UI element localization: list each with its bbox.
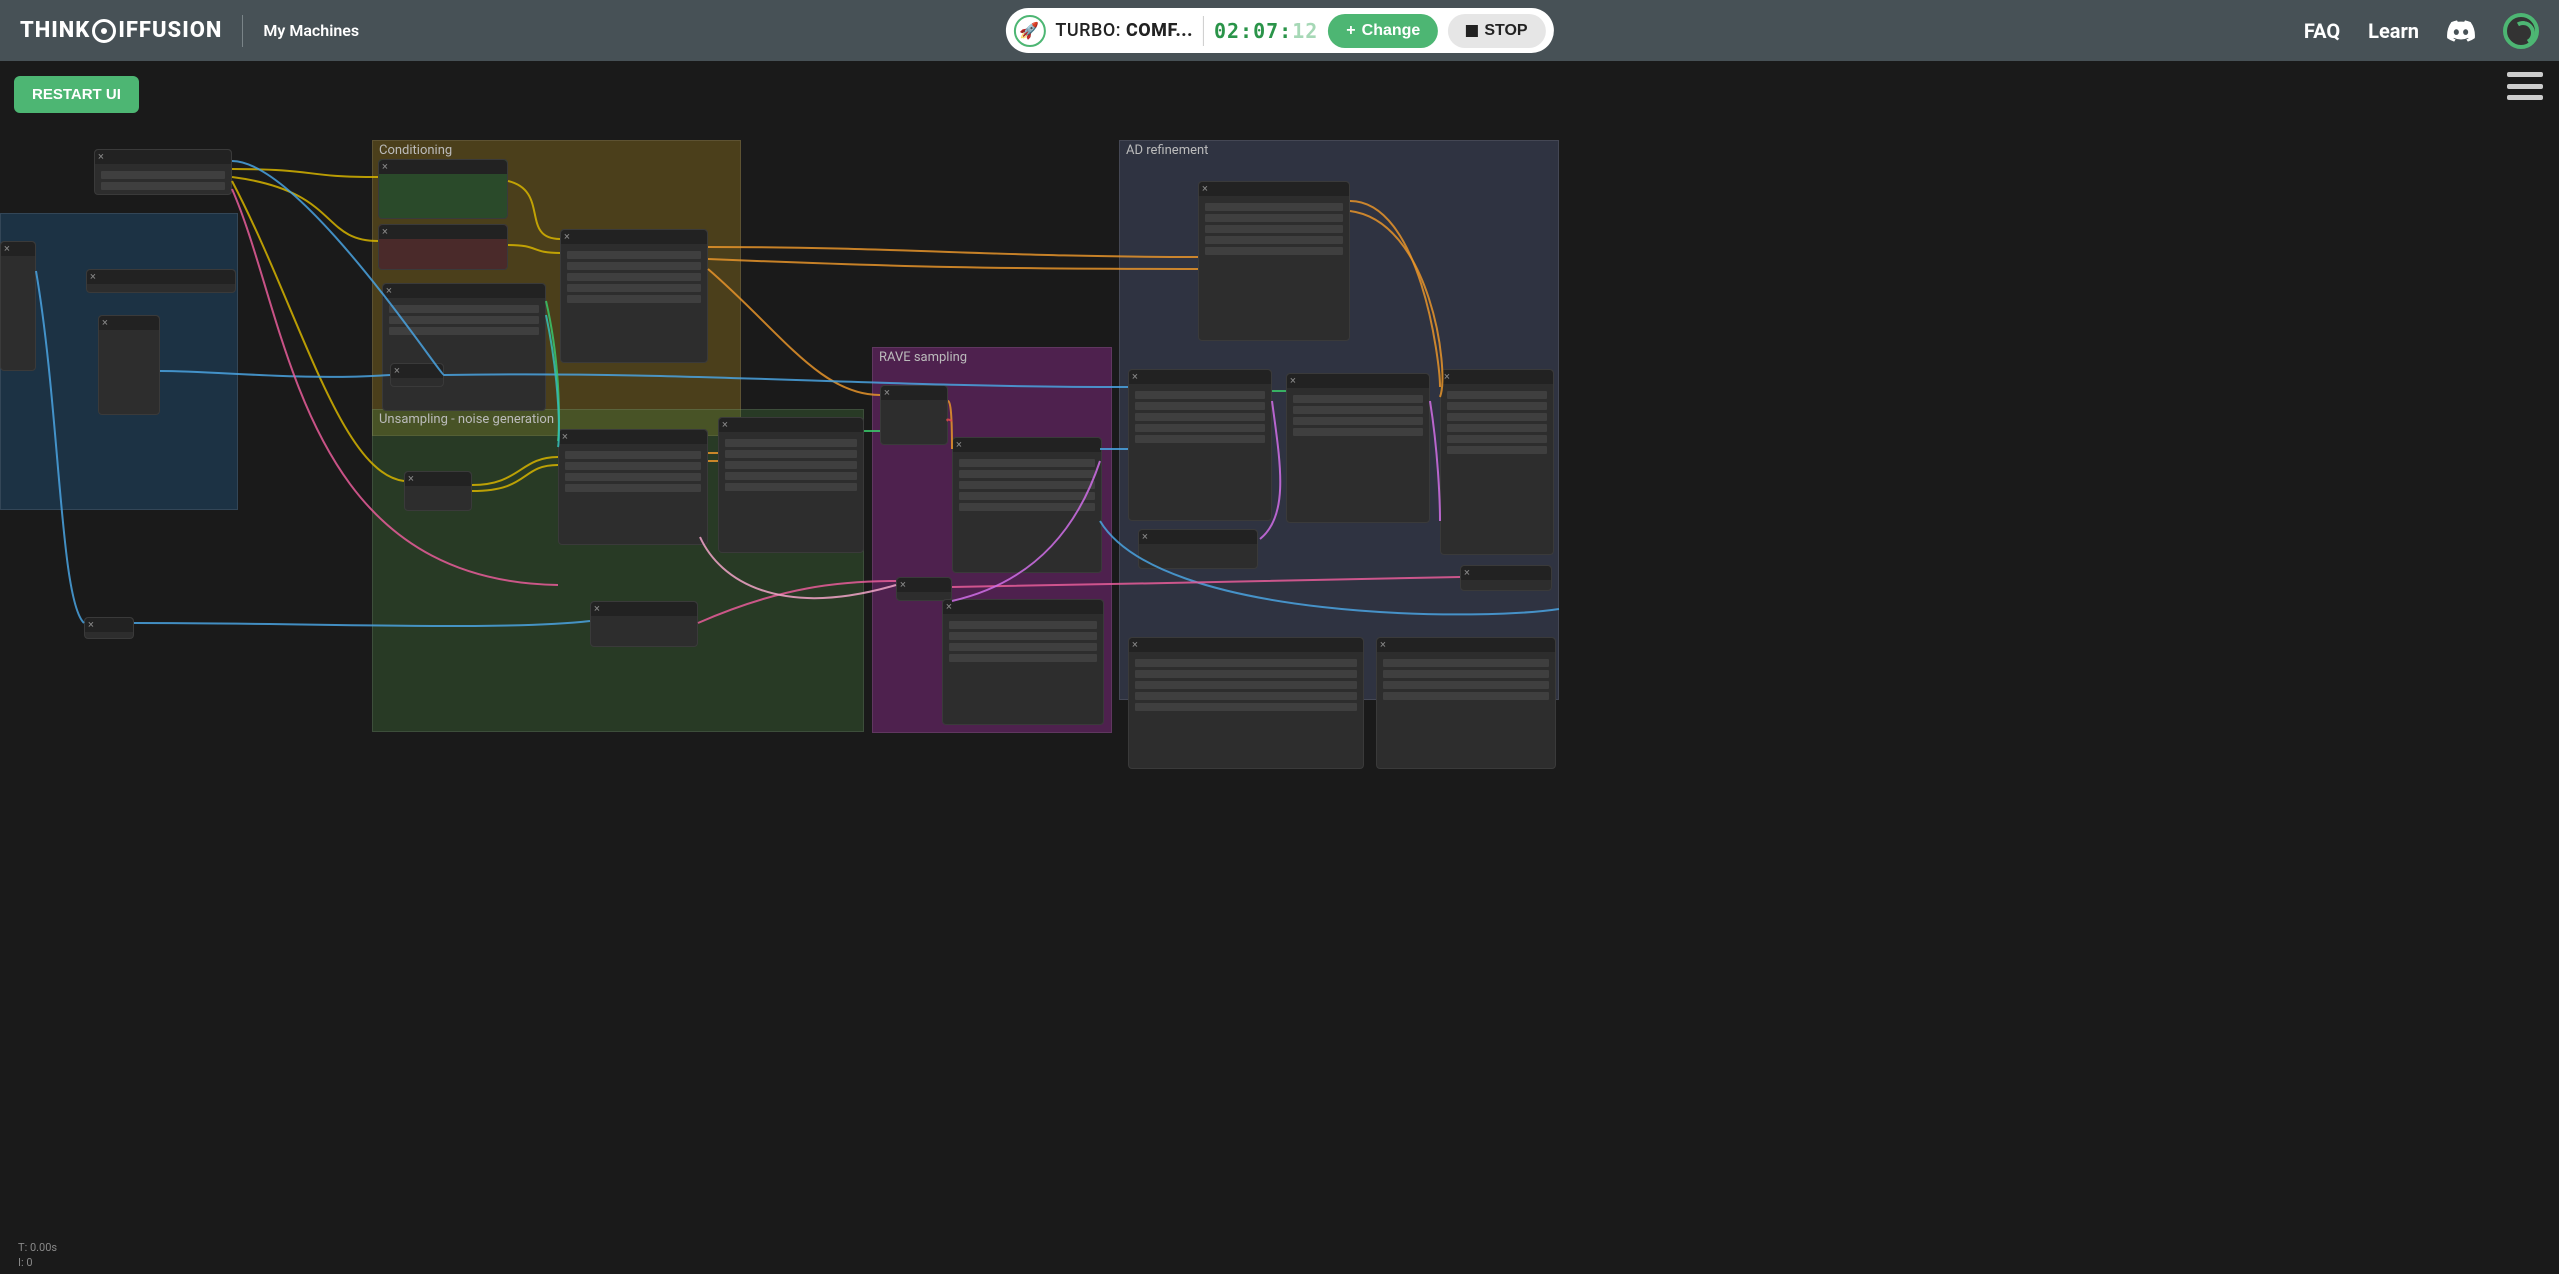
node[interactable]: × xyxy=(718,417,864,553)
node[interactable]: × xyxy=(560,229,708,363)
discord-icon[interactable] xyxy=(2447,20,2475,42)
node[interactable]: × xyxy=(404,471,472,511)
stat-i: I: 0 xyxy=(18,1255,57,1270)
node[interactable]: × xyxy=(0,241,36,371)
logo-text-1: THINK xyxy=(20,18,90,43)
user-avatar[interactable] xyxy=(2503,13,2539,49)
node[interactable]: × xyxy=(896,577,952,601)
node[interactable]: × xyxy=(1128,369,1272,521)
node-red[interactable]: × xyxy=(378,224,508,270)
node[interactable]: × xyxy=(942,599,1104,725)
logo-text-2: IFFUSION xyxy=(118,18,222,43)
plus-icon: + xyxy=(1346,22,1355,40)
header-divider xyxy=(242,15,243,47)
logo-d-icon xyxy=(92,19,116,43)
node[interactable]: × xyxy=(1440,369,1554,555)
node[interactable]: × xyxy=(382,283,546,411)
canvas-stats: T: 0.00s I: 0 xyxy=(18,1240,57,1270)
node[interactable]: × xyxy=(880,385,948,445)
node[interactable]: × xyxy=(86,269,236,293)
header-right: FAQ Learn xyxy=(2304,13,2539,49)
brand-logo: THINK IFFUSION xyxy=(20,18,222,43)
node[interactable]: × xyxy=(590,601,698,647)
machine-name[interactable]: TURBO: COMF... xyxy=(1055,20,1193,41)
change-button[interactable]: + Change xyxy=(1328,14,1438,48)
nav-faq[interactable]: FAQ xyxy=(2304,19,2340,43)
node[interactable]: × xyxy=(1286,373,1430,523)
nav-my-machines[interactable]: My Machines xyxy=(263,21,359,40)
rocket-icon: 🚀 xyxy=(1013,15,1045,47)
node[interactable]: × xyxy=(94,149,232,195)
stat-t: T: 0.00s xyxy=(18,1240,57,1255)
session-timer: 02:07:12 xyxy=(1214,19,1318,43)
nav-learn[interactable]: Learn xyxy=(2368,19,2419,43)
node[interactable]: × xyxy=(1460,565,1552,591)
node[interactable]: × xyxy=(558,429,708,545)
node[interactable]: × xyxy=(84,617,134,639)
machine-pill: 🚀 TURBO: COMF... 02:07:12 + Change STOP xyxy=(1005,8,1553,53)
node[interactable]: × xyxy=(1376,637,1556,769)
node-canvas[interactable]: Conditioning Unsampling - noise generati… xyxy=(0,61,2559,1274)
node[interactable]: × xyxy=(390,363,444,387)
group-ad-title: AD refinement xyxy=(1120,141,1558,160)
group-rave-title: RAVE sampling xyxy=(873,348,1111,367)
group-conditioning-title: Conditioning xyxy=(373,141,740,160)
node[interactable]: × xyxy=(98,315,160,415)
stop-button[interactable]: STOP xyxy=(1448,14,1545,48)
node-green[interactable]: × xyxy=(378,159,508,219)
node[interactable]: × xyxy=(952,437,1102,573)
node[interactable]: × xyxy=(1128,637,1364,769)
pill-divider xyxy=(1203,16,1204,46)
node[interactable]: × xyxy=(1198,181,1350,341)
node[interactable]: × xyxy=(1138,529,1258,569)
stop-icon xyxy=(1466,25,1478,37)
app-header: THINK IFFUSION My Machines 🚀 TURBO: COMF… xyxy=(0,0,2559,61)
